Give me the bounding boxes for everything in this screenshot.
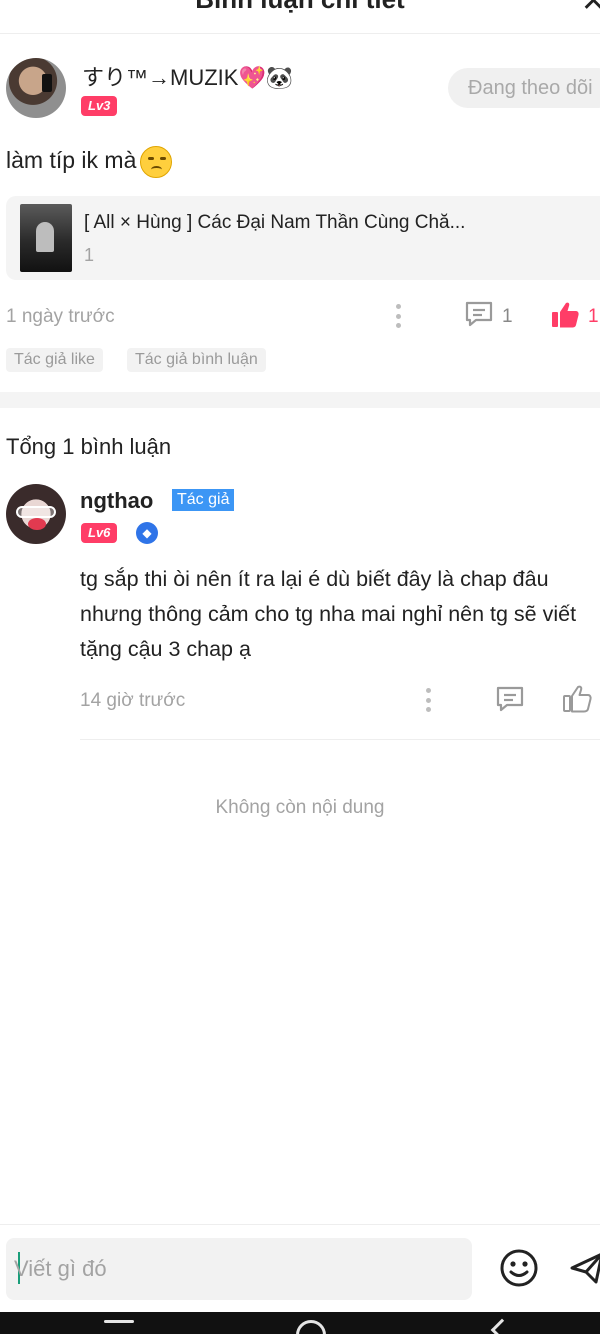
page-title: Bình luận chi tiết: [0, 0, 600, 15]
avatar[interactable]: [6, 484, 66, 544]
end-of-content-label: Không còn nội dung: [215, 797, 385, 818]
emoji-icon[interactable]: [499, 1248, 539, 1288]
replies-total: Tổng 1 bình luận: [6, 434, 172, 459]
section-divider: [0, 392, 600, 408]
author-tag: Tác giả: [172, 489, 235, 511]
avatar[interactable]: [6, 58, 66, 118]
reply-text: tg sắp thi òi nên ít ra lại é dù biết đâ…: [80, 567, 577, 661]
thumbs-up-outline-icon[interactable]: [562, 684, 592, 714]
input-bar-divider: [0, 1224, 600, 1225]
top-bar: Bình luận chi tiết ✕: [0, 0, 600, 34]
diamond-badge-icon: ◆: [136, 522, 158, 544]
reply-author-name[interactable]: ngthao: [80, 488, 153, 514]
reply-time: 14 giờ trước: [80, 690, 186, 711]
comment-icon[interactable]: [495, 685, 525, 713]
story-cover-image: [20, 204, 72, 272]
like-count: 1: [588, 306, 599, 327]
send-icon[interactable]: [568, 1248, 600, 1288]
more-dots-icon[interactable]: [395, 304, 401, 328]
close-icon[interactable]: ✕: [581, 0, 600, 19]
linked-story-card[interactable]: [ All × Hùng ] Các Đại Nam Thần Cùng Chă…: [6, 196, 600, 280]
reply-count: 1: [502, 306, 513, 327]
comment-time: 1 ngày trước: [6, 306, 115, 327]
author-liked-tag: Tác giả like: [6, 348, 103, 372]
comment-author-name[interactable]: すり™→MUZIK💖🐼: [82, 60, 293, 92]
unamused-emoji-icon: [140, 146, 173, 178]
author-commented-tag: Tác giả bình luận: [127, 348, 266, 372]
story-title: [ All × Hùng ] Các Đại Nam Thần Cùng Chă…: [84, 212, 466, 233]
reply-divider: [80, 739, 600, 740]
level-badge: Lv6: [81, 523, 118, 543]
comment-input-container[interactable]: [6, 1238, 472, 1300]
more-dots-icon[interactable]: [425, 688, 431, 712]
following-button[interactable]: Đang theo dõi: [448, 68, 600, 108]
level-badge: Lv3: [81, 96, 118, 116]
comment-input[interactable]: [14, 1238, 464, 1300]
thumbs-up-filled-icon[interactable]: [550, 300, 580, 330]
comment-text: làm típ ik mà: [6, 146, 173, 178]
comment-icon[interactable]: [464, 300, 494, 328]
story-count: 1: [84, 245, 95, 265]
nav-menu-icon[interactable]: [104, 1320, 134, 1323]
